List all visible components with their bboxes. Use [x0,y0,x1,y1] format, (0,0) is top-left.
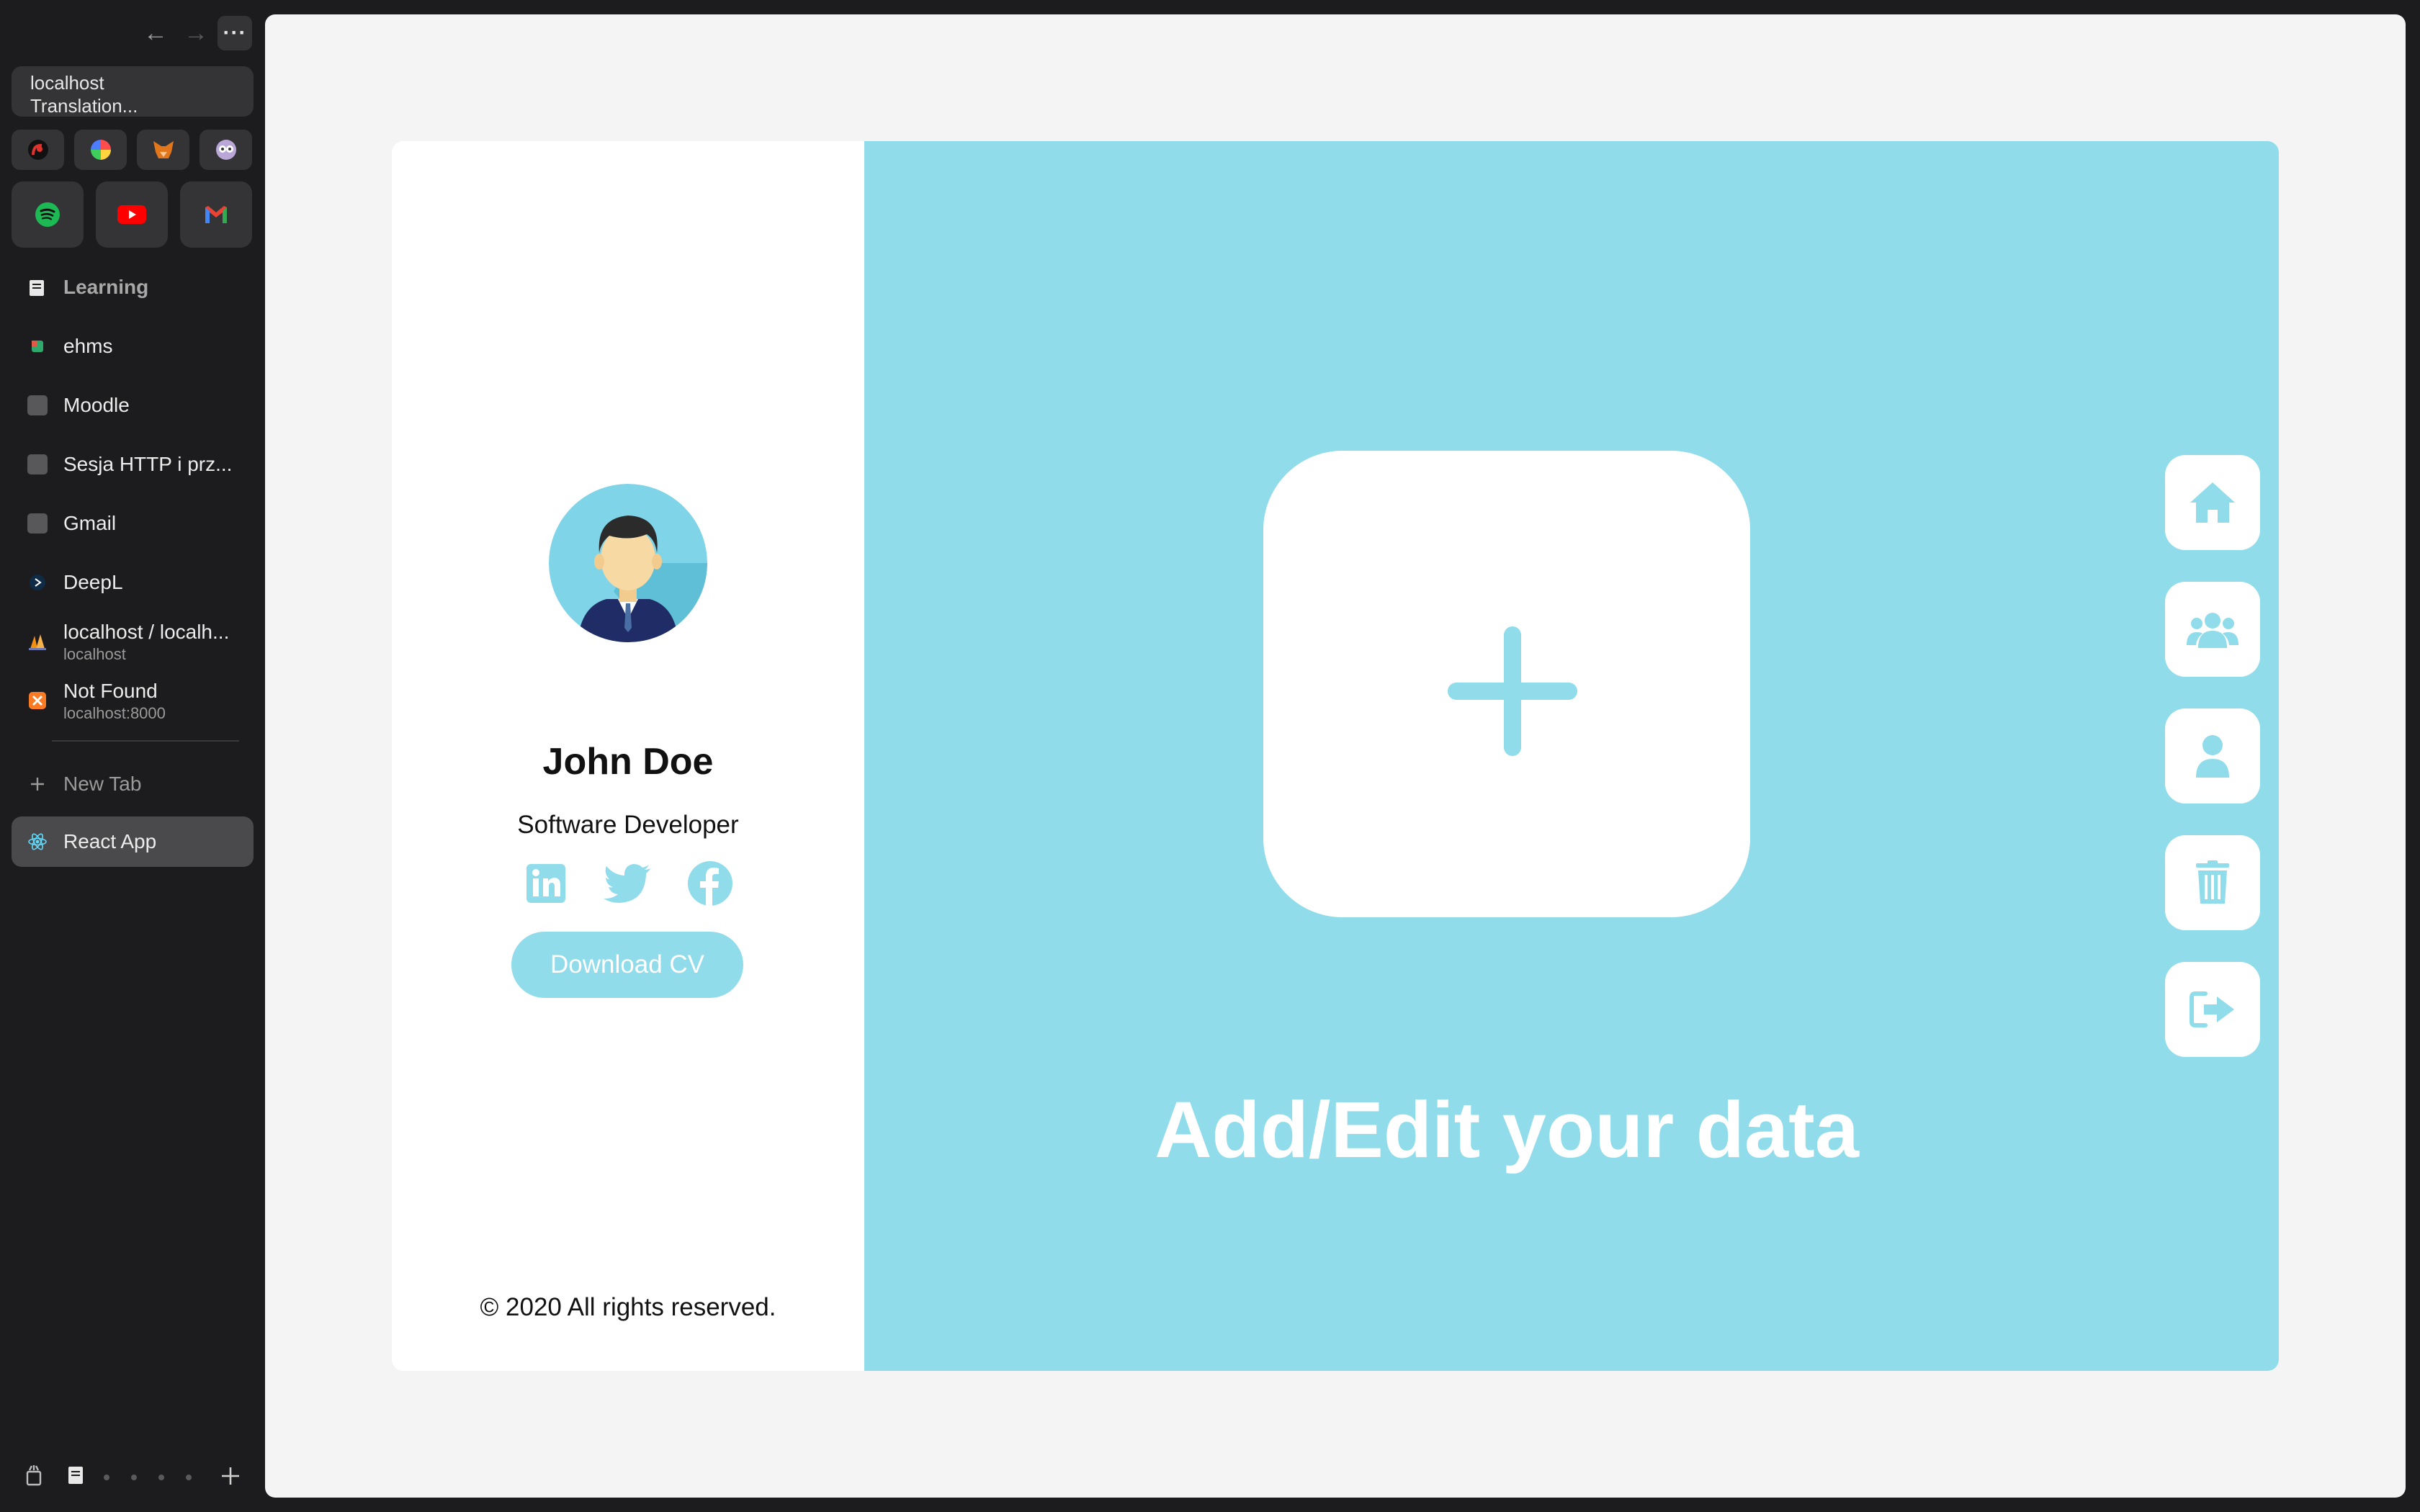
pinned-youtube[interactable] [96,181,168,248]
plus-icon [31,778,44,791]
add-data-dropzone[interactable] [1263,451,1750,917]
react-icon [28,833,47,850]
address-bar[interactable]: localhost Translation... [12,66,254,117]
tab-phpmyadmin[interactable]: localhost / localh... localhost [12,616,254,667]
user-icon [2196,735,2229,778]
tab-moodle[interactable]: Moodle [12,380,254,431]
tab-label: ehms [63,335,113,357]
arrow-left-icon: ← [143,19,168,47]
page-icon [27,395,48,415]
tabs-divider [52,740,239,742]
sidebar-bottom-bar [0,1454,265,1498]
phpmyadmin-icon [29,634,46,650]
favorite-pocket-casts[interactable] [12,130,64,170]
users-icon [2187,613,2238,648]
tab-label: Sesja HTTP i prz... [63,453,233,475]
metamask-icon [153,141,174,158]
tab-label: Gmail [63,512,117,534]
pocket-casts-icon [27,140,48,160]
url-host: localhost [30,72,104,94]
home-icon [2190,482,2235,523]
forward-button[interactable]: → [179,16,213,50]
page-icon [27,513,48,534]
browser-sidebar: ← → ··· localhost Translation... Learnin… [0,0,265,1512]
space-folder-icon[interactable] [65,1463,86,1488]
page-heading: Add/Edit your data [1155,1086,1859,1174]
page-icon [27,454,48,474]
favorite-metamask[interactable] [137,130,189,170]
deepl-icon [30,575,45,590]
twitter-icon[interactable] [603,863,652,904]
back-button[interactable]: ← [138,16,173,50]
logout-icon [2190,991,2234,1027]
folder-icon [30,280,44,296]
colorwheel-icon [90,140,111,160]
tab-ehms[interactable]: ehms [12,321,254,372]
plus-icon [1448,626,1577,756]
xampp-icon [29,692,46,709]
spotify-icon [35,202,60,227]
tab-sublabel: localhost [63,645,126,663]
download-cv-button[interactable]: Download CV [511,932,743,998]
new-tab-button[interactable]: New Tab [12,759,254,809]
home-button[interactable] [2165,455,2260,550]
pinned-spotify[interactable] [12,181,84,248]
space-dot[interactable] [186,1475,192,1480]
arrow-right-icon: → [184,19,208,47]
space-dot[interactable] [158,1475,164,1480]
url-title: Translation... [30,95,138,117]
main-panel: Add/Edit your data [864,141,2279,1371]
tab-folder-learning[interactable]: Learning [12,262,254,312]
add-space-icon[interactable] [219,1464,242,1488]
tab-not-found[interactable]: Not Found localhost:8000 [12,675,254,726]
avatar [549,484,707,642]
profile-role: Software Developer [517,811,739,839]
more-menu-button[interactable]: ··· [218,16,252,50]
trash-icon [2196,860,2229,904]
ehms-icon [32,341,43,352]
profile-button[interactable] [2165,708,2260,804]
gmail-icon [205,206,227,223]
tab-sublabel: localhost:8000 [63,704,166,722]
tab-sesja-http[interactable]: Sesja HTTP i prz... [12,439,254,490]
tab-react-app[interactable]: React App [12,816,254,867]
favorites-row [12,130,254,170]
logout-button[interactable] [2165,962,2260,1057]
profile-name: John Doe [542,741,714,783]
youtube-icon [117,205,146,224]
delete-button[interactable] [2165,835,2260,930]
pinned-apps-row [12,181,254,248]
ellipsis-icon: ··· [223,21,247,45]
owl-icon [215,140,236,160]
facebook-icon[interactable] [687,860,733,906]
app-card: John Doe Software Developer Download CV [392,141,2279,1371]
copyright-text: © 2020 All rights reserved. [480,1293,776,1321]
tab-deepl[interactable]: DeepL [12,557,254,608]
tab-label: React App [63,830,157,852]
tab-label: Moodle [63,394,130,416]
social-links [524,860,733,907]
tab-label: Learning [63,276,149,298]
profile-panel: John Doe Software Developer Download CV [392,141,864,1371]
users-button[interactable] [2165,582,2260,677]
linkedin-icon[interactable] [524,862,568,905]
favorite-owl[interactable] [200,130,252,170]
tab-label: DeepL [63,571,123,593]
browser-viewport: John Doe Software Developer Download CV [265,14,2406,1498]
tab-gmail[interactable]: Gmail [12,498,254,549]
archive-icon[interactable] [23,1463,45,1488]
pinned-gmail[interactable] [180,181,252,248]
tab-label: localhost / localh... [63,621,230,643]
tab-label: Not Found [63,680,158,702]
user-avatar-icon [549,484,707,642]
favorite-colorwheel[interactable] [74,130,127,170]
new-tab-label: New Tab [63,773,142,795]
space-dot[interactable] [131,1475,137,1480]
space-dot[interactable] [104,1475,109,1480]
